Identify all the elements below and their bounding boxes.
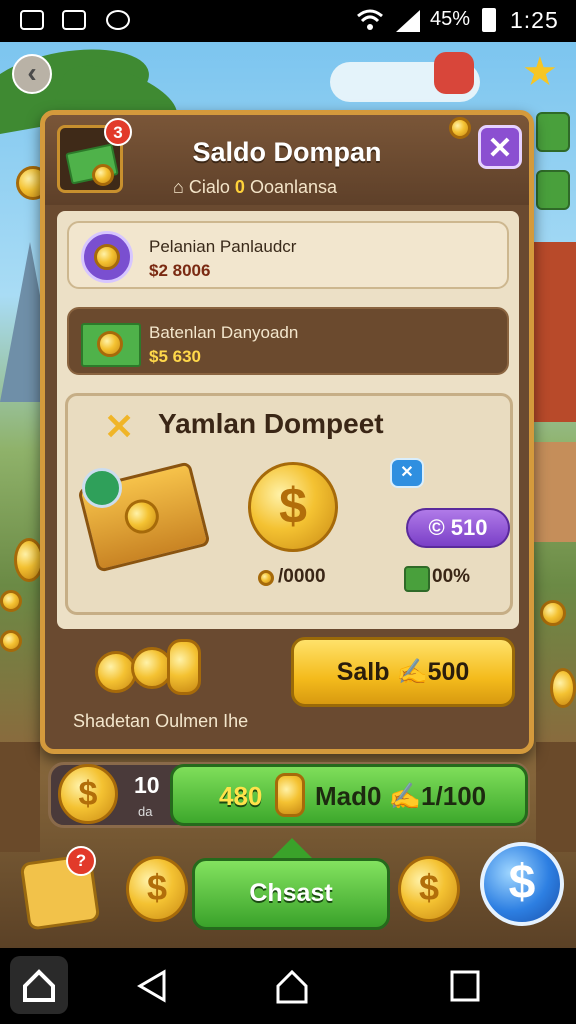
big-coin-icon: $ bbox=[248, 462, 338, 552]
cash-icon bbox=[536, 112, 570, 152]
blue-coin-button[interactable]: $ bbox=[480, 842, 564, 926]
collect-button[interactable]: 480 Mad0 ✍1/100 bbox=[170, 764, 528, 826]
coin-icon bbox=[121, 495, 163, 538]
back-nav-button[interactable] bbox=[128, 964, 176, 1008]
coin-icon bbox=[258, 570, 274, 586]
home-icon: ⌂ bbox=[173, 177, 189, 197]
gem-counter[interactable]: © 510 bbox=[406, 508, 510, 548]
coin-icon bbox=[540, 600, 566, 626]
battery-icon bbox=[482, 8, 496, 32]
navigation-bar bbox=[0, 948, 576, 1024]
coin-icon bbox=[0, 630, 22, 652]
balance-row[interactable]: Pelanian Panlaudcr $2 8006 bbox=[67, 221, 509, 289]
row-value: $2 8006 bbox=[149, 261, 211, 280]
coin-value: /0000 bbox=[278, 566, 326, 587]
collect-label: Mad0 ✍1/100 bbox=[315, 781, 487, 811]
modal-title: Saldo Dompan bbox=[192, 137, 382, 167]
saldo-button[interactable]: Salb ✍500 bbox=[291, 637, 515, 707]
subtitle-suffix: Ooanlansa bbox=[249, 177, 338, 197]
app-icon bbox=[106, 10, 130, 30]
coin-stack-icon bbox=[275, 773, 305, 817]
remove-button[interactable]: ✕ bbox=[390, 458, 424, 488]
home-nav-button[interactable] bbox=[268, 964, 316, 1008]
coin-count: 10 bbox=[134, 772, 160, 798]
cash-icon bbox=[536, 170, 570, 210]
row-title: Batenlan Danyoadn bbox=[149, 323, 299, 342]
coin-icon bbox=[0, 590, 22, 612]
close-button[interactable]: ✕ bbox=[478, 125, 522, 169]
dollar-badge-icon bbox=[82, 468, 122, 508]
battery-percent: 45% bbox=[430, 8, 471, 30]
recents-nav-button[interactable] bbox=[440, 964, 488, 1008]
wallet-summary: ✕ Yamlan Dompeet $ /0000 ✕ © 510 00% bbox=[65, 393, 513, 615]
wifi-icon bbox=[357, 9, 383, 30]
chest-button[interactable]: Chsast bbox=[192, 858, 390, 930]
star-icon[interactable]: ★ bbox=[522, 52, 558, 92]
notification-badge: ? bbox=[66, 846, 96, 876]
cash-icon bbox=[81, 323, 141, 367]
coin-icon bbox=[97, 331, 123, 357]
subtitle-highlight: 0 bbox=[234, 177, 245, 197]
coin-icon: $ bbox=[58, 764, 118, 824]
clock: 1:25 bbox=[510, 7, 559, 33]
coin-icon bbox=[449, 117, 471, 139]
signal-icon bbox=[396, 10, 420, 32]
row-value: $5 630 bbox=[149, 347, 201, 366]
home-icon bbox=[23, 969, 55, 1002]
collect-amount: 480 bbox=[219, 781, 263, 811]
cash-icon bbox=[404, 566, 430, 592]
coin-icon[interactable]: $ bbox=[398, 856, 460, 922]
coin-ring-icon bbox=[81, 231, 133, 283]
home-button[interactable] bbox=[10, 956, 68, 1014]
wallet-panel: Pelanian Panlaudcr $2 8006 Batenlan Dany… bbox=[57, 211, 519, 629]
coin-icon bbox=[550, 668, 576, 708]
info-text: Shadetan Oulmen Ihe bbox=[73, 711, 249, 731]
coin-count-label: da bbox=[138, 804, 153, 819]
status-bar: 45% 1:25 bbox=[0, 0, 576, 42]
image-icon bbox=[62, 10, 86, 30]
back-button[interactable]: ‹ bbox=[12, 54, 52, 94]
gallery-icon bbox=[20, 10, 44, 30]
pointer-arrow bbox=[270, 838, 314, 860]
wallet-modal: 3 Saldo Dompan ⌂ Cialo 0 Ooanlansa ✕ Pel… bbox=[40, 110, 534, 754]
section-title: Yamlan Dompeet bbox=[158, 408, 384, 439]
gem-icon[interactable] bbox=[434, 52, 474, 94]
subtitle-prefix: Cialo bbox=[188, 177, 230, 197]
crossed-swords-icon: ✕ bbox=[104, 406, 135, 447]
coin-icon bbox=[94, 244, 120, 270]
coin-icon[interactable]: $ bbox=[126, 856, 188, 922]
modal-subtitle: ⌂ Cialo 0 Ooanlansa bbox=[173, 177, 337, 198]
coin-stack-icon bbox=[95, 639, 205, 703]
percent-value: 00% bbox=[432, 566, 471, 587]
balance-row[interactable]: Batenlan Danyoadn $5 630 bbox=[67, 307, 509, 375]
row-title: Pelanian Panlaudcr bbox=[149, 237, 297, 256]
